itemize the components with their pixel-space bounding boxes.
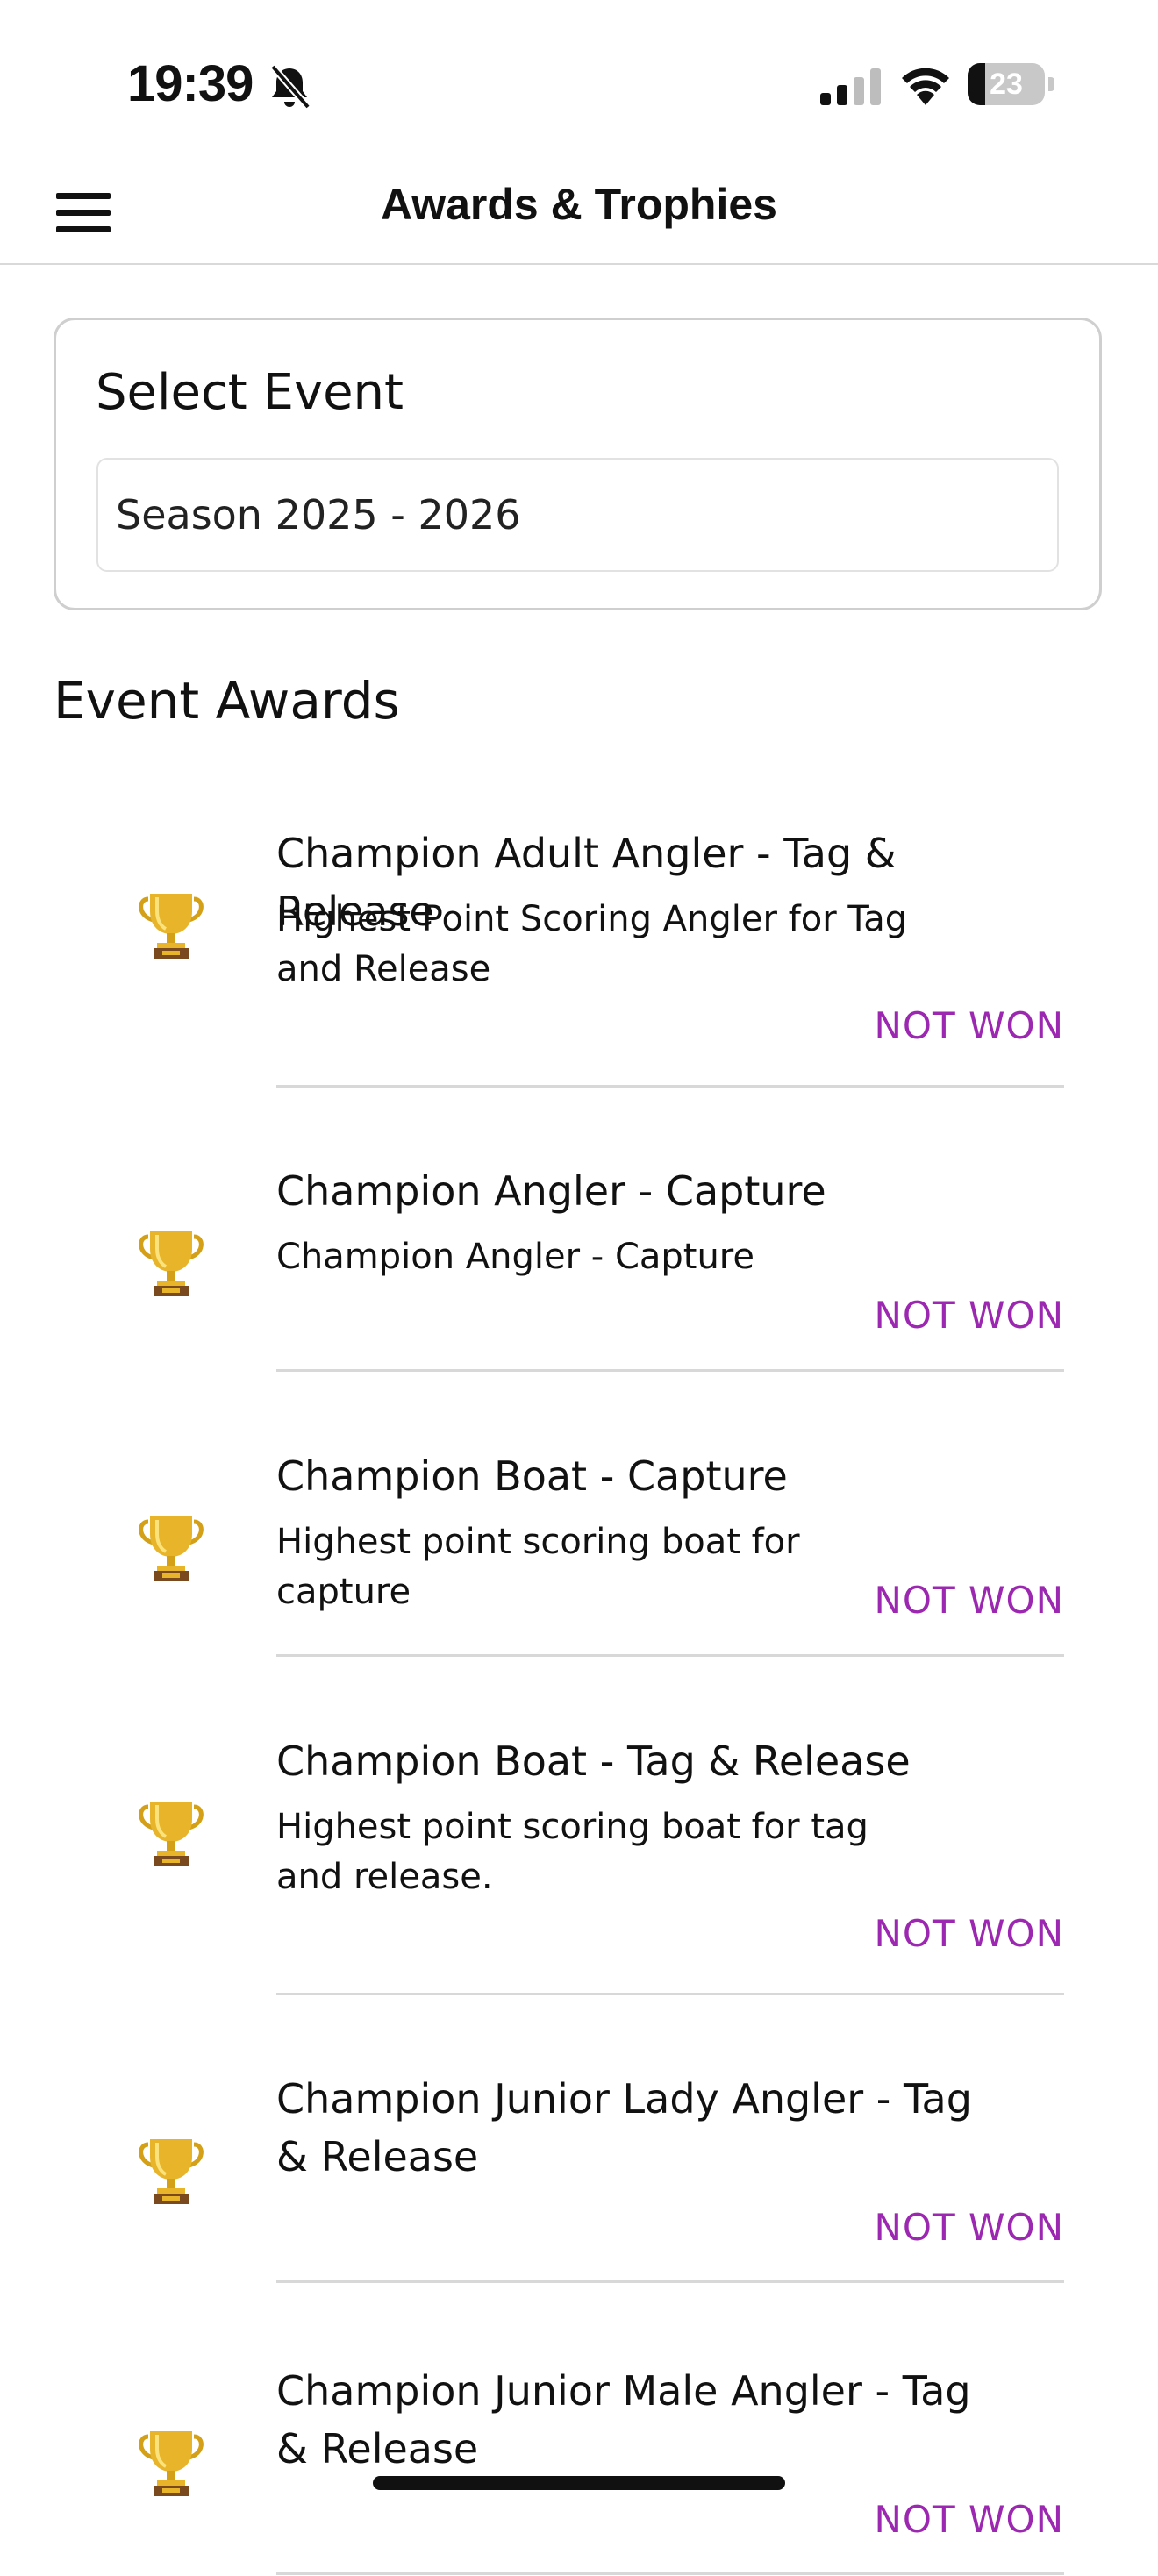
trophy-icon xyxy=(136,1228,206,1298)
award-status: NOT WON xyxy=(874,1004,1064,1047)
event-select[interactable]: Season 2025 - 2026 xyxy=(96,458,1059,572)
award-item[interactable]: Champion Boat - Tag & Release Highest poi… xyxy=(0,1732,1158,1996)
award-item[interactable]: Champion Junior Male Angler - Tag & Rele… xyxy=(0,2362,1158,2576)
bell-muted-icon xyxy=(269,64,311,110)
status-time: 19:39 xyxy=(127,55,254,112)
award-description: Highest Point Scoring Angler for Tag and… xyxy=(276,899,908,989)
trophy-icon xyxy=(136,2136,206,2206)
award-status: NOT WON xyxy=(874,2498,1064,2541)
award-description: Champion Angler - Capture xyxy=(276,1237,754,1277)
trophy-icon xyxy=(136,1798,206,1868)
battery-level: 23 xyxy=(990,68,1023,101)
select-event-card: Select Event Season 2025 - 2026 xyxy=(54,318,1102,610)
award-status: NOT WON xyxy=(874,2206,1064,2249)
award-status: NOT WON xyxy=(874,1912,1064,1955)
award-title: Champion Boat - Tag & Release xyxy=(276,1738,911,1785)
award-item[interactable]: Champion Junior Lady Angler - Tag & Rele… xyxy=(0,2070,1158,2284)
award-divider xyxy=(276,2280,1064,2283)
cellular-signal-icon xyxy=(820,68,881,105)
event-awards-heading: Event Awards xyxy=(54,671,400,731)
battery-icon: 23 xyxy=(968,63,1055,105)
status-bar: 19:39 23 xyxy=(0,0,1158,167)
award-divider xyxy=(276,1654,1064,1657)
trophy-icon xyxy=(136,1513,206,1583)
award-item[interactable]: Champion Angler - Capture Champion Angler… xyxy=(0,1162,1158,1373)
wifi-icon xyxy=(902,68,949,105)
award-title: Champion Angler - Capture xyxy=(276,1167,826,1215)
award-description: Highest point scoring boat for capture xyxy=(276,1522,800,1612)
award-status: NOT WON xyxy=(874,1579,1064,1622)
trophy-icon xyxy=(136,890,206,960)
award-description: Highest point scoring boat for tag and r… xyxy=(276,1807,868,1897)
award-divider xyxy=(276,1369,1064,1372)
award-title: Champion Junior Male Angler - Tag & Rele… xyxy=(276,2367,971,2473)
award-status: NOT WON xyxy=(874,1294,1064,1337)
award-item[interactable]: Champion Adult Angler - Tag & Release Hig… xyxy=(0,824,1158,1088)
award-divider xyxy=(276,2572,1064,2575)
award-item[interactable]: Champion Boat - Capture Highest point sco… xyxy=(0,1447,1158,1658)
select-event-label: Select Event xyxy=(96,364,404,421)
award-title: Champion Junior Lady Angler - Tag & Rele… xyxy=(276,2075,972,2180)
trophy-icon xyxy=(136,2428,206,2498)
award-divider xyxy=(276,1993,1064,1995)
nav-bar: Awards & Trophies xyxy=(0,167,1158,265)
award-title: Champion Boat - Capture xyxy=(276,1452,788,1500)
home-indicator xyxy=(373,2476,785,2490)
page-title: Awards & Trophies xyxy=(381,180,777,229)
award-divider xyxy=(276,1085,1064,1088)
